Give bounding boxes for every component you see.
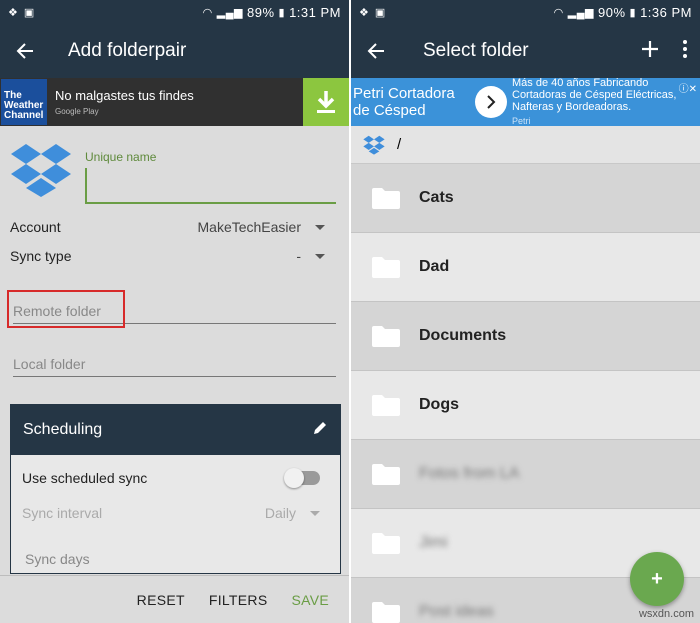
chevron-down-icon (310, 510, 320, 516)
dropbox-notification-icon: ❖ (8, 6, 18, 19)
folder-icon (372, 257, 400, 278)
chevron-right-icon (487, 95, 496, 109)
watermark: wsxdn.com (638, 608, 694, 620)
sync-interval-row: Sync interval Daily (22, 505, 320, 521)
folder-row[interactable]: Fotos from LA (351, 440, 700, 509)
folderpair-form: Unique name Account MakeTechEasier Sync … (0, 126, 349, 574)
save-button[interactable]: SAVE (279, 592, 341, 608)
sync-interval-label: Sync interval (22, 505, 103, 521)
sync-days-row: Sync days (25, 551, 323, 567)
scheduled-sync-toggle[interactable] (284, 468, 320, 488)
folder-icon (372, 395, 400, 416)
folder-icon (372, 188, 400, 209)
pencil-icon[interactable] (312, 420, 328, 441)
use-scheduled-sync-row[interactable]: Use scheduled sync (22, 468, 320, 488)
clock: 1:36 PM (640, 4, 692, 20)
signal-icon: ▂▄▆ (567, 6, 594, 19)
wifi-icon: ◠ (553, 6, 564, 19)
folder-icon (372, 326, 400, 347)
back-arrow-icon[interactable] (363, 38, 389, 64)
sync-type-label: Sync type (10, 248, 72, 264)
folder-name: Post ideas (419, 603, 494, 620)
folder-name: Dad (419, 258, 450, 275)
current-path: / (397, 136, 402, 153)
folder-icon (372, 464, 400, 485)
scheduling-title: Scheduling (23, 421, 103, 438)
ad-banner[interactable]: Petri Cortadora de Césped Más de 40 años… (351, 77, 700, 126)
sync-type-row[interactable]: Sync type - (10, 248, 325, 264)
image-notification-icon: ▣ (374, 6, 386, 19)
battery-icon: ▮ (629, 6, 637, 19)
page-title: Add folderpair (68, 40, 187, 61)
folder-row[interactable]: Dogs (351, 371, 700, 440)
bottom-action-bar: RESET FILTERS SAVE (0, 575, 349, 623)
folder-name: Jimi (419, 534, 448, 551)
clock: 1:31 PM (289, 4, 341, 20)
ad-open-button[interactable] (475, 86, 507, 118)
battery-percent: 90% (597, 4, 626, 20)
reset-button[interactable]: RESET (125, 592, 197, 608)
battery-icon: ▮ (278, 6, 286, 19)
ad-title: No malgastes tus findes (55, 88, 194, 103)
folder-name: Fotos from LA (419, 465, 520, 482)
sync-type-value: - (296, 248, 301, 264)
folder-name: Documents (419, 327, 507, 344)
chevron-down-icon (315, 253, 325, 259)
download-icon (317, 91, 335, 113)
chevron-down-icon (315, 224, 325, 230)
back-arrow-icon[interactable] (12, 38, 38, 64)
dropbox-notification-icon: ❖ (359, 6, 369, 19)
battery-percent: 89% (246, 4, 275, 20)
dropbox-icon (363, 135, 385, 155)
wifi-icon: ◠ (202, 6, 213, 19)
add-icon[interactable] (640, 39, 660, 64)
unique-name-label: Unique name (85, 150, 157, 164)
ad-headline: Petri Cortadora de Césped (353, 85, 455, 119)
account-label: Account (10, 219, 61, 235)
sync-days-label: Sync days (25, 551, 90, 567)
unique-name-input[interactable] (85, 168, 336, 204)
folder-name: Dogs (419, 396, 459, 413)
remote-folder-highlight (7, 290, 125, 328)
app-bar: Add folderpair (0, 24, 349, 78)
account-row[interactable]: Account MakeTechEasier (10, 219, 325, 235)
select-folder-screen: ❖ ▣ ◠ ▂▄▆ 90% ▮ 1:36 PM Select folder Pe… (351, 0, 700, 623)
status-bar: ❖ ▣ ◠ ▂▄▆ 89% ▮ 1:31 PM (0, 0, 349, 24)
ad-description: Más de 40 años Fabricando Cortadoras de … (512, 77, 677, 113)
sync-interval-value: Daily (264, 505, 296, 521)
app-bar: Select folder (351, 24, 700, 78)
scheduling-header: Scheduling (11, 405, 340, 455)
ad-close-icon[interactable]: ⓘ✕ (679, 80, 697, 95)
use-scheduled-sync-label: Use scheduled sync (22, 470, 148, 486)
add-folderpair-screen: ❖ ▣ ◠ ▂▄▆ 89% ▮ 1:31 PM Add folderpair T… (0, 0, 349, 623)
more-options-icon[interactable] (682, 39, 688, 64)
ad-source: Google Play (55, 107, 99, 116)
ad-brand: Petri (512, 116, 531, 126)
signal-icon: ▂▄▆ (216, 6, 243, 19)
folder-row[interactable]: Cats (351, 164, 700, 233)
ad-banner[interactable]: The Weather Channel No malgastes tus fin… (0, 78, 349, 126)
add-folder-fab[interactable]: + (630, 552, 684, 606)
folder-icon (372, 602, 400, 623)
folder-row[interactable]: Documents (351, 302, 700, 371)
account-value: MakeTechEasier (197, 219, 302, 235)
filters-button[interactable]: FILTERS (197, 592, 280, 608)
folder-row[interactable]: Dad (351, 233, 700, 302)
page-title: Select folder (423, 40, 529, 61)
dropbox-icon (10, 142, 72, 203)
breadcrumb: / (351, 126, 700, 164)
folder-icon (372, 533, 400, 554)
folder-name: Cats (419, 189, 454, 206)
weather-channel-logo: The Weather Channel (1, 79, 47, 125)
download-button[interactable] (303, 78, 349, 126)
image-notification-icon: ▣ (23, 6, 35, 19)
scheduling-card: Scheduling Use scheduled sync Sync inter… (10, 404, 341, 574)
status-bar: ❖ ▣ ◠ ▂▄▆ 90% ▮ 1:36 PM (351, 0, 700, 24)
local-folder-field[interactable]: Local folder (13, 356, 336, 377)
